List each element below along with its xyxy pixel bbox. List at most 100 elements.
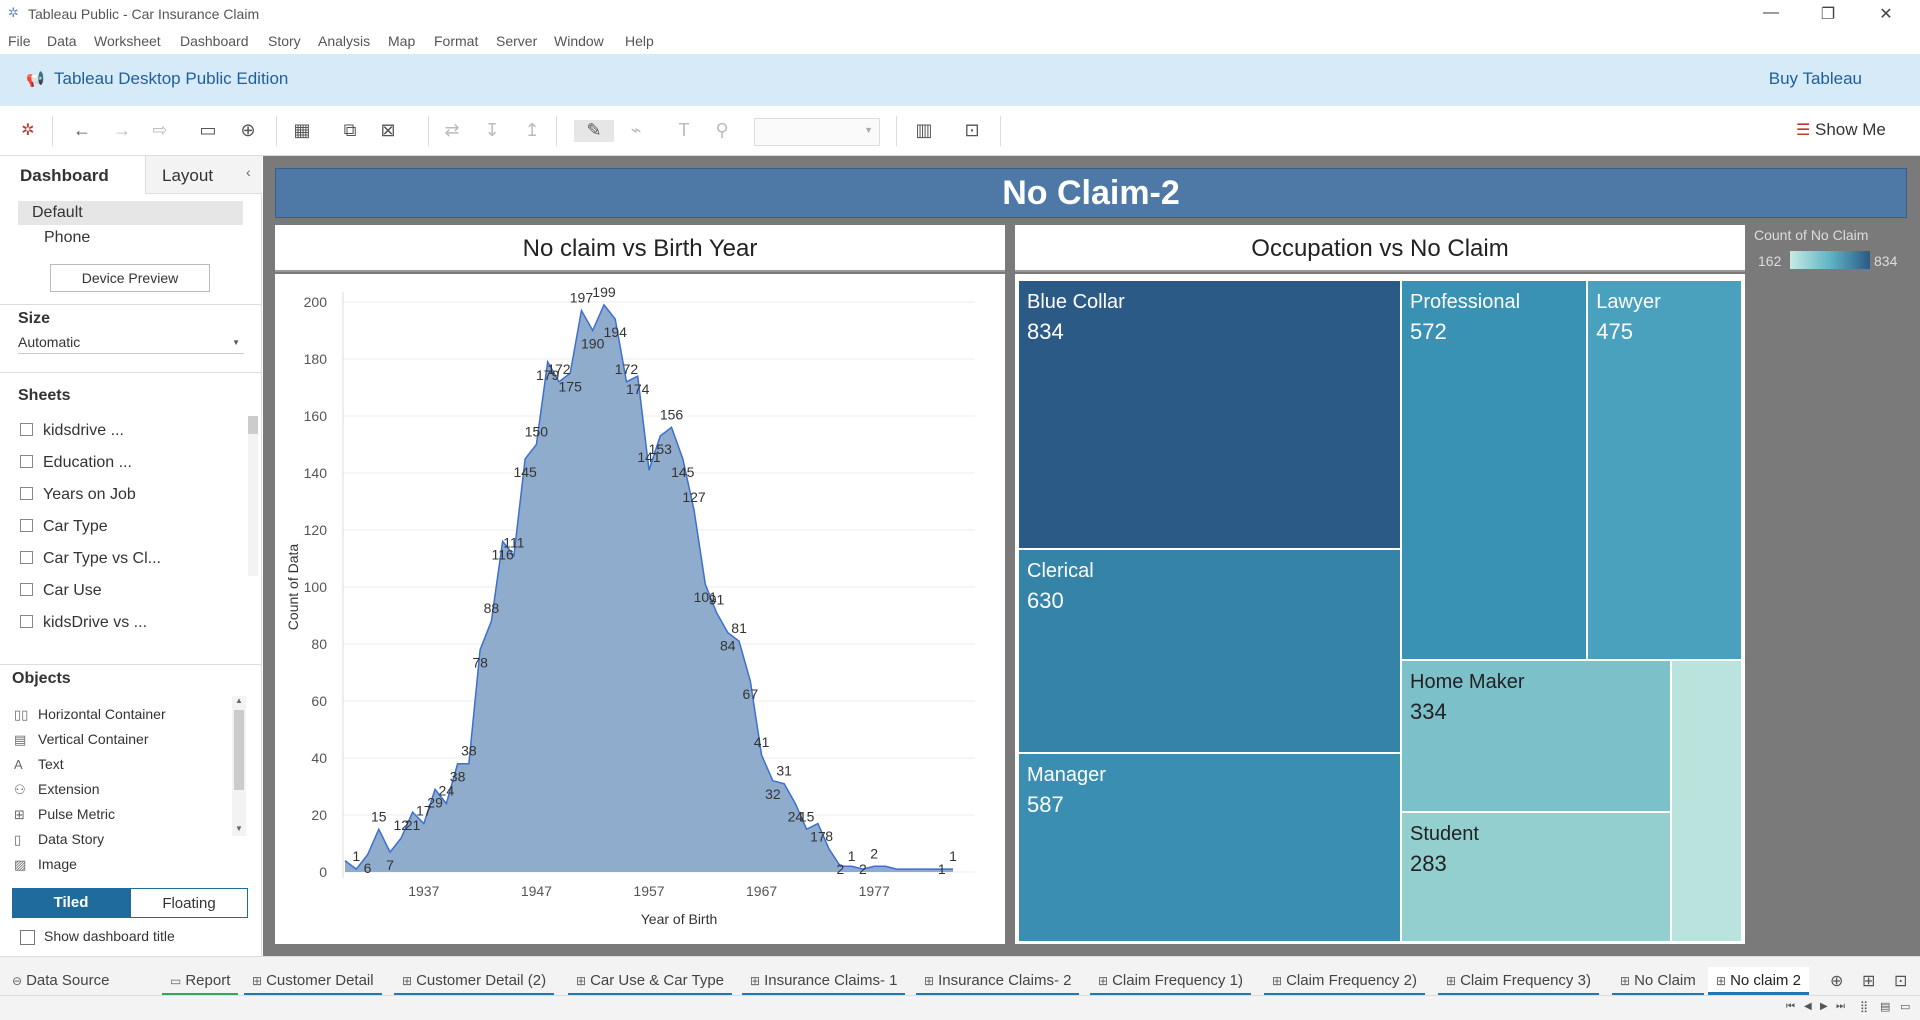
- device-preview-button[interactable]: Device Preview: [50, 264, 210, 292]
- tableau-logo-icon: ✲: [8, 5, 19, 20]
- object-data-story[interactable]: ▯ Data Story: [14, 831, 104, 848]
- highlight-icon[interactable]: ✎: [574, 120, 614, 142]
- new-story-tab-icon[interactable]: ⊡: [1894, 971, 1907, 991]
- labels-icon[interactable]: T: [672, 120, 696, 142]
- menu-file[interactable]: File: [8, 33, 31, 49]
- first-tab-icon[interactable]: ⏮: [1786, 1001, 1795, 1012]
- object-extension[interactable]: ⚇ Extension: [14, 781, 99, 798]
- menu-window[interactable]: Window: [554, 33, 604, 49]
- size-dropdown[interactable]: Automatic ▼: [18, 334, 244, 354]
- tab-insurance-claims-1[interactable]: ⊞ Insurance Claims- 1: [742, 967, 906, 995]
- show-cards-icon[interactable]: ▥: [912, 120, 936, 142]
- save-icon[interactable]: ▭: [196, 120, 220, 142]
- treemap[interactable]: Blue Collar 834 Clerical 630 Manager 587 Profe…: [1018, 280, 1742, 942]
- object-horizontal-container[interactable]: ▯▯ Horizontal Container: [14, 706, 166, 723]
- tab-customer-detail[interactable]: ⊞ Customer Detail: [244, 967, 382, 995]
- duplicate-sheet-icon[interactable]: ⧉: [338, 120, 362, 142]
- clear-sheet-icon[interactable]: ⊠: [376, 120, 400, 142]
- buy-tableau-link[interactable]: Buy Tableau: [1769, 69, 1862, 89]
- tableau-start-icon[interactable]: ✲: [16, 120, 40, 142]
- sheet-item[interactable]: kidsdrive ...: [20, 422, 124, 440]
- tabs-view-icon[interactable]: ▭: [1900, 1000, 1910, 1013]
- menu-analysis[interactable]: Analysis: [318, 33, 370, 49]
- menu-data[interactable]: Data: [47, 33, 77, 49]
- tab-dashboard[interactable]: Dashboard: [20, 160, 109, 192]
- floating-button[interactable]: Floating: [130, 888, 248, 918]
- treemap-cell[interactable]: Clerical 630: [1018, 549, 1401, 753]
- sheet-sorter-icon[interactable]: ⣿: [1860, 1000, 1868, 1013]
- object-pulse-metric[interactable]: ⊞ Pulse Metric: [14, 806, 115, 823]
- close-icon[interactable]: ✕: [1871, 4, 1901, 24]
- redo-icon[interactable]: →: [110, 120, 134, 142]
- menu-dashboard[interactable]: Dashboard: [180, 33, 249, 49]
- sheet-item[interactable]: Education ...: [20, 454, 132, 472]
- sheet-item[interactable]: Car Type: [20, 518, 108, 536]
- tiled-button[interactable]: Tiled: [12, 888, 130, 918]
- sort-ascending-icon[interactable]: ↧: [480, 120, 504, 142]
- device-default[interactable]: Default: [18, 201, 243, 225]
- next-tab-icon[interactable]: ▶: [1820, 1001, 1828, 1012]
- menu-map[interactable]: Map: [388, 33, 415, 49]
- undo-icon[interactable]: ←: [70, 120, 94, 142]
- object-image[interactable]: ▨ Image: [14, 856, 77, 873]
- color-legend[interactable]: Count of No Claim 162 834: [1748, 221, 1920, 291]
- new-worksheet-icon[interactable]: ▦: [290, 120, 314, 142]
- menu-format[interactable]: Format: [434, 33, 478, 49]
- device-phone[interactable]: Phone: [44, 229, 90, 247]
- treemap-cell[interactable]: Professional 572: [1401, 280, 1588, 660]
- group-icon[interactable]: ⌁: [624, 120, 648, 142]
- tab-car-use-car-type[interactable]: ⊞ Car Use & Car Type: [568, 967, 733, 995]
- area-chart-panel[interactable]: 0 20 40 60 80 100 120 140 160 180 200 1937 1947 1957 1…: [275, 274, 1005, 944]
- tab-label: Claim Frequency 1): [1112, 972, 1243, 989]
- sheet-item[interactable]: Car Type vs Cl...: [20, 550, 161, 568]
- area-chart[interactable]: 0204060801001201401601802001937 1947 1957 1…: [275, 274, 1005, 944]
- last-tab-icon[interactable]: ⏭: [1836, 1001, 1845, 1012]
- presentation-mode-icon[interactable]: ⊡: [960, 120, 984, 142]
- replay-icon[interactable]: ⇨: [148, 120, 172, 142]
- object-vertical-container[interactable]: ▤ Vertical Container: [14, 731, 149, 748]
- tab-claim-frequency-2[interactable]: ⊞ Claim Frequency 2): [1264, 967, 1425, 995]
- tab-report[interactable]: ▭ Report: [162, 967, 239, 995]
- treemap-cell[interactable]: Home Maker 334: [1401, 659, 1672, 813]
- collapse-pane-icon[interactable]: ‹: [246, 164, 251, 180]
- filmstrip-icon[interactable]: ▤: [1880, 1000, 1890, 1013]
- data-label: 190: [581, 336, 605, 352]
- object-text[interactable]: A Text: [14, 756, 64, 772]
- sort-descending-icon[interactable]: ↥: [520, 120, 544, 142]
- swap-axes-icon[interactable]: ⇄: [440, 120, 464, 142]
- sheet-item[interactable]: kidsDrive vs ...: [20, 614, 147, 632]
- treemap-cell[interactable]: Lawyer 475: [1587, 280, 1742, 660]
- treemap-cell[interactable]: Blue Collar 834: [1018, 280, 1401, 550]
- tab-no-claim[interactable]: ⊞ No Claim: [1612, 967, 1704, 995]
- menu-help[interactable]: Help: [625, 33, 654, 49]
- show-title-checkbox[interactable]: [20, 930, 35, 945]
- treemap-cell[interactable]: [1671, 659, 1742, 942]
- treemap-cell[interactable]: Student 283: [1401, 812, 1672, 942]
- menu-worksheet[interactable]: Worksheet: [94, 33, 161, 49]
- treemap-panel[interactable]: Blue Collar 834 Clerical 630 Manager 587 Profe…: [1015, 274, 1745, 944]
- show-me-button[interactable]: Show Me: [1815, 120, 1886, 140]
- restore-icon[interactable]: ❐: [1813, 4, 1843, 24]
- tab-data-source[interactable]: ⊖ Data Source: [4, 967, 117, 995]
- sheet-item[interactable]: Years on Job: [20, 486, 136, 504]
- prev-tab-icon[interactable]: ◀: [1804, 1001, 1812, 1012]
- objects-scrollbar[interactable]: ▲ ▼: [232, 696, 246, 836]
- tab-no-claim-2[interactable]: ⊞ No claim 2: [1708, 967, 1809, 995]
- legend-gradient: [1790, 251, 1870, 269]
- minimize-icon[interactable]: —: [1756, 4, 1786, 22]
- new-dashboard-tab-icon[interactable]: ⊞: [1862, 971, 1875, 991]
- tab-layout[interactable]: Layout: [162, 160, 213, 192]
- fit-dropdown[interactable]: ▼: [754, 118, 880, 146]
- tab-customer-detail-2[interactable]: ⊞ Customer Detail (2): [394, 967, 555, 995]
- pin-icon[interactable]: ⚲: [710, 120, 734, 142]
- menu-server[interactable]: Server: [496, 33, 537, 49]
- sheet-item[interactable]: Car Use: [20, 582, 102, 600]
- menu-story[interactable]: Story: [268, 33, 301, 49]
- treemap-cell[interactable]: Manager 587: [1018, 752, 1401, 942]
- tab-claim-frequency-1[interactable]: ⊞ Claim Frequency 1): [1090, 967, 1251, 995]
- new-data-source-icon[interactable]: ⊕: [236, 120, 260, 142]
- sheets-scrollbar[interactable]: [248, 416, 258, 576]
- tab-insurance-claims-2[interactable]: ⊞ Insurance Claims- 2: [916, 967, 1080, 995]
- new-worksheet-tab-icon[interactable]: ⊕: [1830, 971, 1843, 991]
- tab-claim-frequency-3[interactable]: ⊞ Claim Frequency 3): [1438, 967, 1599, 995]
